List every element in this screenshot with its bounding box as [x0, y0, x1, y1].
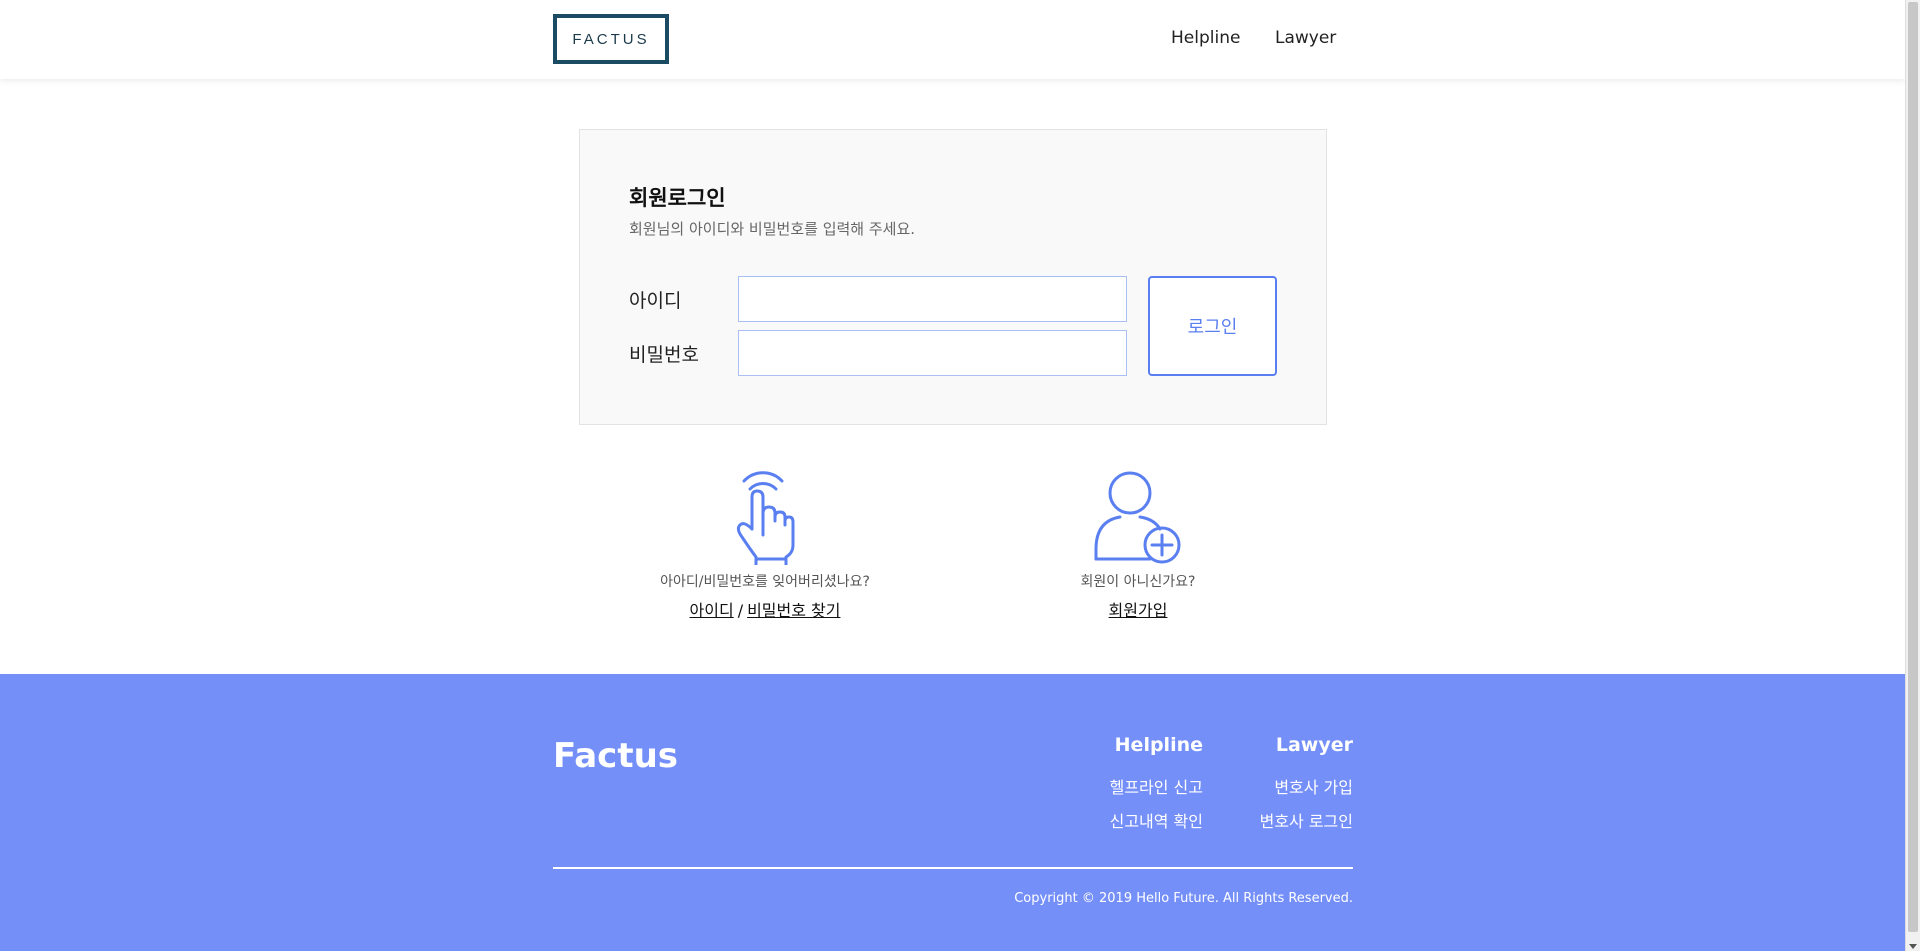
footer-column-lawyer: Lawyer 변호사 가입 변호사 로그인 — [1213, 734, 1353, 842]
footer-column-helpline: Helpline 헬프라인 신고 신고내역 확인 — [1060, 734, 1203, 842]
find-account-block: 아아디/비밀번호를 잊어버리셨나요? 아이디 / 비밀번호 찾기 — [635, 465, 895, 621]
footer-brand: Factus — [553, 736, 679, 776]
footer-column-title: Helpline — [1114, 734, 1203, 756]
login-panel: 회원로그인 회원님의 아이디와 비밀번호를 입력해 주세요. 아이디 비밀번호 … — [579, 129, 1327, 425]
find-password-link[interactable]: 비밀번호 찾기 — [747, 601, 840, 620]
scroll-down-arrow-icon[interactable] — [1909, 944, 1917, 949]
signup-link[interactable]: 회원가입 — [1109, 601, 1168, 620]
id-label: 아이디 — [629, 290, 682, 312]
login-subtitle: 회원님의 아이디와 비밀번호를 입력해 주세요. — [629, 220, 916, 238]
add-user-icon — [1094, 471, 1181, 564]
footer-link-helpline-report[interactable]: 헬프라인 신고 — [1060, 774, 1203, 798]
password-input[interactable] — [738, 330, 1127, 376]
factus-logo[interactable]: FACTUS — [553, 14, 669, 64]
link-separator: / — [737, 601, 744, 620]
footer-divider — [553, 867, 1353, 869]
login-button[interactable]: 로그인 — [1148, 276, 1277, 376]
footer-link-lawyer-login[interactable]: 변호사 로그인 — [1213, 808, 1353, 832]
nav-lawyer[interactable]: Lawyer — [1275, 28, 1336, 48]
pointer-hand-icon — [736, 471, 795, 565]
join-block: 회원이 아니신가요? 회원가입 — [1008, 465, 1268, 621]
footer-link-lawyer-signup[interactable]: 변호사 가입 — [1213, 774, 1353, 798]
site-header: FACTUS Helpline Lawyer — [0, 0, 1905, 79]
footer-column-title: Lawyer — [1275, 734, 1353, 756]
join-links: 회원가입 — [1008, 597, 1268, 621]
password-label: 비밀번호 — [629, 344, 699, 366]
find-account-links: 아이디 / 비밀번호 찾기 — [635, 597, 895, 621]
join-text: 회원이 아니신가요? — [1080, 574, 1196, 590]
nav-helpline[interactable]: Helpline — [1171, 28, 1240, 48]
site-footer: Factus Helpline 헬프라인 신고 신고내역 확인 Lawyer 변… — [0, 674, 1905, 951]
id-input[interactable] — [738, 276, 1127, 322]
logo-text: FACTUS — [572, 30, 650, 48]
vertical-scrollbar[interactable] — [1905, 0, 1920, 951]
login-title: 회원로그인 — [629, 186, 726, 210]
footer-copyright: Copyright © 2019 Hello Future. All Right… — [1014, 891, 1353, 906]
footer-link-report-status[interactable]: 신고내역 확인 — [1060, 808, 1203, 832]
find-account-text: 아아디/비밀번호를 잊어버리셨나요? — [660, 574, 870, 590]
page: FACTUS Helpline Lawyer 회원로그인 회원님의 아이디와 비… — [0, 0, 1905, 951]
find-id-link[interactable]: 아이디 — [690, 601, 734, 620]
scrollbar-thumb[interactable] — [1908, 2, 1918, 932]
